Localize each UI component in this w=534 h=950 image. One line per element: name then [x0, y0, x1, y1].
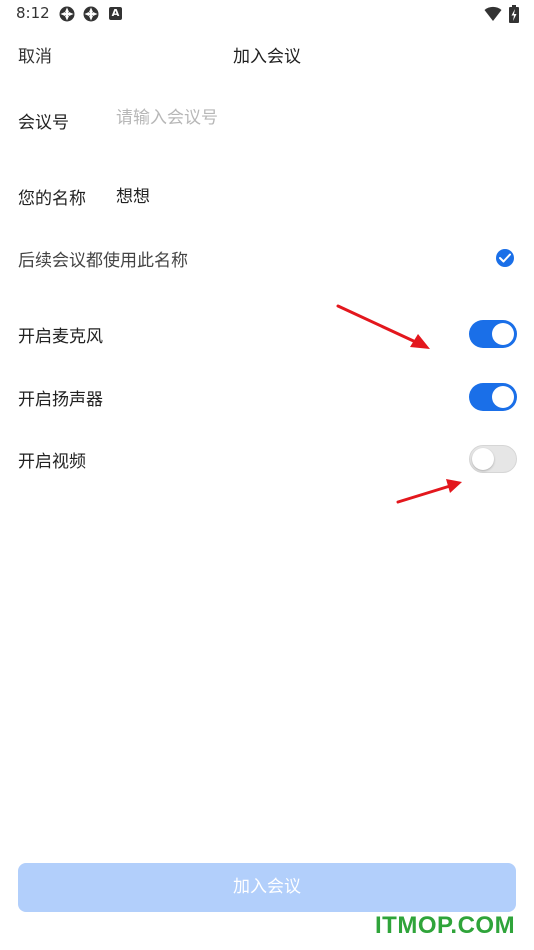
header: 取消 加入会议: [0, 30, 534, 76]
microphone-toggle[interactable]: [469, 320, 517, 348]
speaker-toggle[interactable]: [469, 383, 517, 411]
toggle-knob: [492, 323, 514, 345]
checkmark-icon[interactable]: [496, 249, 514, 267]
status-bar: 8:12 A: [0, 0, 534, 28]
remember-name-label: 后续会议都使用此名称: [18, 251, 188, 271]
display-name-input[interactable]: [116, 184, 496, 204]
toggle-knob: [492, 386, 514, 408]
speaker-row: 开启扬声器: [0, 375, 534, 419]
fan-icon: [59, 6, 75, 22]
status-time: 8:12: [16, 4, 50, 22]
display-name-row: 您的名称: [0, 174, 534, 218]
wifi-icon: [484, 6, 502, 21]
microphone-label: 开启麦克风: [18, 327, 103, 347]
a-box-icon: A: [109, 7, 122, 20]
video-label: 开启视频: [18, 452, 86, 472]
join-meeting-button[interactable]: 加入会议: [18, 863, 516, 912]
fan-icon: [83, 6, 99, 22]
watermark: ITMOP.COM: [375, 912, 516, 939]
annotation-arrow-icon: [396, 479, 462, 504]
meeting-id-row: 会议号: [0, 98, 534, 142]
toggle-knob: [472, 448, 494, 470]
remember-name-row[interactable]: 后续会议都使用此名称: [0, 236, 534, 280]
battery-icon: [509, 5, 519, 23]
speaker-label: 开启扬声器: [18, 390, 103, 410]
page-title: 加入会议: [233, 47, 301, 67]
meeting-id-label: 会议号: [18, 113, 69, 133]
meeting-id-input[interactable]: [116, 108, 496, 128]
annotation-arrow-icon: [336, 304, 430, 349]
video-toggle[interactable]: [469, 445, 517, 473]
microphone-row: 开启麦克风: [0, 312, 534, 356]
display-name-label: 您的名称: [18, 189, 86, 209]
